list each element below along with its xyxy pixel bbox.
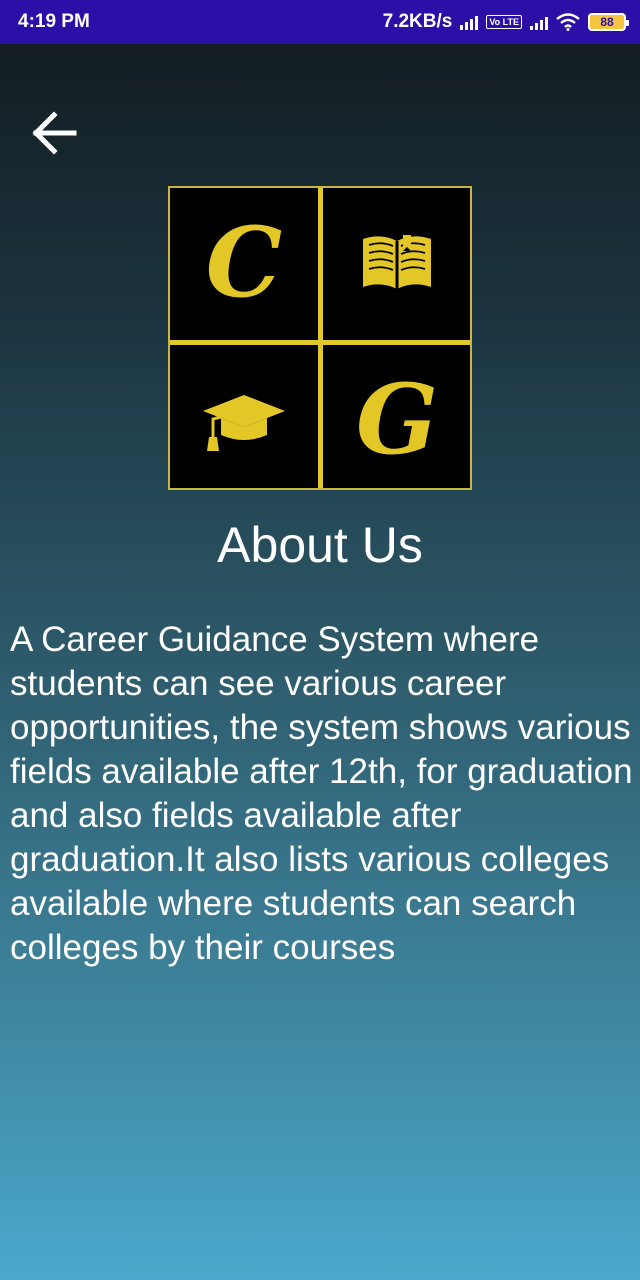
book-icon	[323, 188, 471, 338]
logo-divider-vertical	[318, 188, 323, 488]
back-button[interactable]	[30, 110, 80, 156]
battery-icon: 88	[588, 13, 629, 31]
logo-divider-horizontal	[170, 340, 470, 345]
graduation-cap-icon	[170, 345, 318, 495]
page-title: About Us	[217, 517, 423, 573]
status-bar: 4:19 PM 7.2KB/s Vo LTE 88	[0, 0, 640, 44]
volte-icon: Vo LTE	[486, 15, 522, 29]
about-description: A Career Guidance System where students …	[10, 620, 633, 967]
signal-icon	[460, 14, 479, 30]
logo-letter-c: C	[205, 206, 283, 319]
app-logo: C G	[168, 186, 472, 490]
network-speed: 7.2KB/s	[382, 11, 453, 32]
status-time: 4:19 PM	[18, 11, 90, 32]
battery-level: 88	[600, 15, 614, 29]
wifi-icon	[556, 13, 580, 31]
arrow-left-icon	[32, 111, 77, 155]
signal-icon	[530, 14, 548, 30]
status-icons: 7.2KB/s Vo LTE 88	[382, 11, 629, 33]
logo-letter-g: G	[356, 363, 438, 476]
